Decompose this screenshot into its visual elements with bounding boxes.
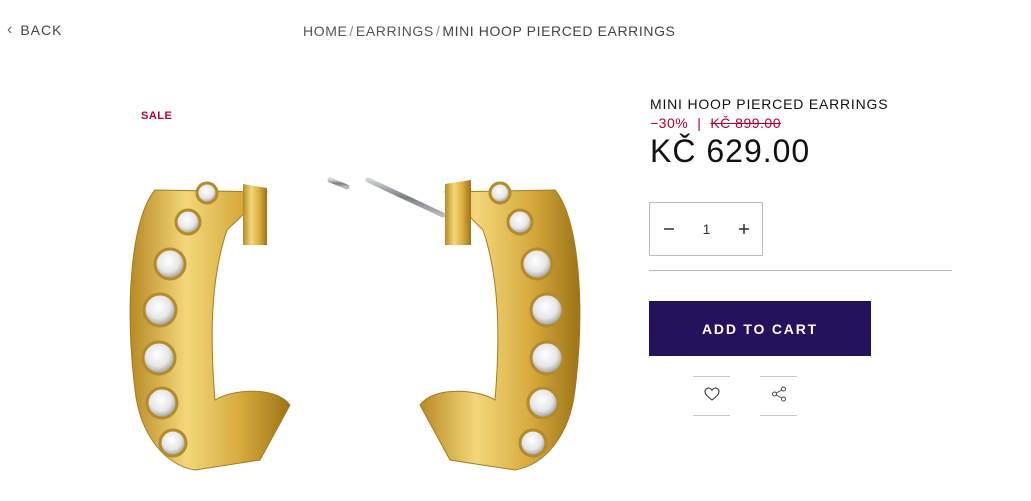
breadcrumb-home[interactable]: HOME: [303, 23, 347, 39]
wishlist-button[interactable]: [693, 376, 730, 416]
plus-icon[interactable]: [735, 220, 753, 238]
breadcrumb-current: MINI HOOP PIERCED EARRINGS: [442, 23, 676, 39]
heart-icon: [703, 386, 720, 406]
breadcrumb-separator: /: [349, 23, 354, 39]
breadcrumb-earrings[interactable]: EARRINGS: [356, 23, 434, 39]
old-price: KČ 899.00: [710, 115, 782, 131]
back-link[interactable]: ‹ BACK: [7, 21, 63, 39]
quantity-stepper: 1: [649, 202, 763, 256]
back-label: BACK: [20, 22, 63, 38]
minus-icon[interactable]: [660, 220, 678, 238]
current-price: KČ 629.00: [650, 133, 811, 169]
chevron-left-icon: ‹: [7, 21, 14, 38]
discount-row: −30% | KČ 899.00: [650, 115, 952, 131]
quantity-value[interactable]: 1: [692, 221, 722, 237]
breadcrumb: HOME / EARRINGS / MINI HOOP PIERCED EARR…: [303, 23, 676, 39]
add-to-cart-button[interactable]: ADD TO CART: [649, 301, 871, 356]
share-button[interactable]: [760, 376, 797, 416]
divider: [649, 270, 952, 271]
product-image: [129, 177, 581, 471]
left-earring: [129, 177, 350, 471]
right-earring: [365, 177, 581, 471]
discount-percent: −30%: [650, 115, 689, 131]
breadcrumb-separator: /: [435, 23, 441, 39]
product-info: MINI HOOP PIERCED EARRINGS −30% | KČ 899…: [650, 96, 952, 170]
sale-badge: SALE: [141, 110, 173, 122]
share-icon: [771, 386, 787, 407]
product-name: MINI HOOP PIERCED EARRINGS: [650, 96, 889, 112]
price-separator: |: [697, 115, 702, 131]
